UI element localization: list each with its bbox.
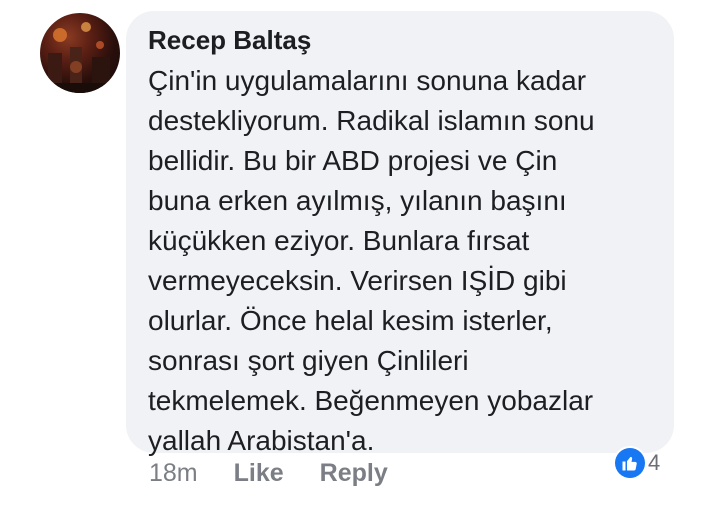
avatar[interactable]: [40, 13, 120, 93]
comment-text-line: yallah Arabistan'a.: [148, 425, 375, 456]
reply-button[interactable]: Reply: [320, 459, 388, 488]
reaction-summary[interactable]: 4: [615, 448, 660, 478]
comment-timestamp[interactable]: 18m: [149, 459, 198, 488]
comment-text-line: tekmelemek. Beğenmeyen yobazlar: [148, 385, 594, 416]
comment-text-line: olurlar. Önce helal kesim isterler,: [148, 305, 553, 336]
comment-text-line: destekliyorum. Radikal islamın sonu: [148, 105, 595, 136]
reaction-count: 4: [648, 450, 661, 475]
comment-text-line: Çin'in uygulamalarını sonuna kadar: [148, 65, 587, 96]
comment-text: Çin'in uygulamalarını sonuna kadar deste…: [148, 61, 654, 461]
thumbs-up-icon: [615, 448, 645, 478]
comment-text-line: sonrası şort giyen Çinlileri: [148, 345, 469, 376]
comment-text-line: vermeyeceksin. Verirsen IŞİD gibi: [148, 265, 567, 296]
comment-text-line: küçükken eziyor. Bunlara fırsat: [148, 225, 530, 256]
like-button[interactable]: Like: [234, 459, 284, 488]
comment-text-line: buna erken ayılmış, yılanın başını: [148, 185, 567, 216]
comment-bubble: Recep Baltaş Çin'in uygulamalarını sonun…: [126, 11, 674, 456]
comment-author-name[interactable]: Recep Baltaş: [148, 25, 654, 55]
comment-text-line: bellidir. Bu bir ABD projesi ve Çin: [148, 145, 558, 176]
comment-actions: 18m Like Reply: [149, 457, 388, 489]
avatar-image: [40, 22, 120, 93]
